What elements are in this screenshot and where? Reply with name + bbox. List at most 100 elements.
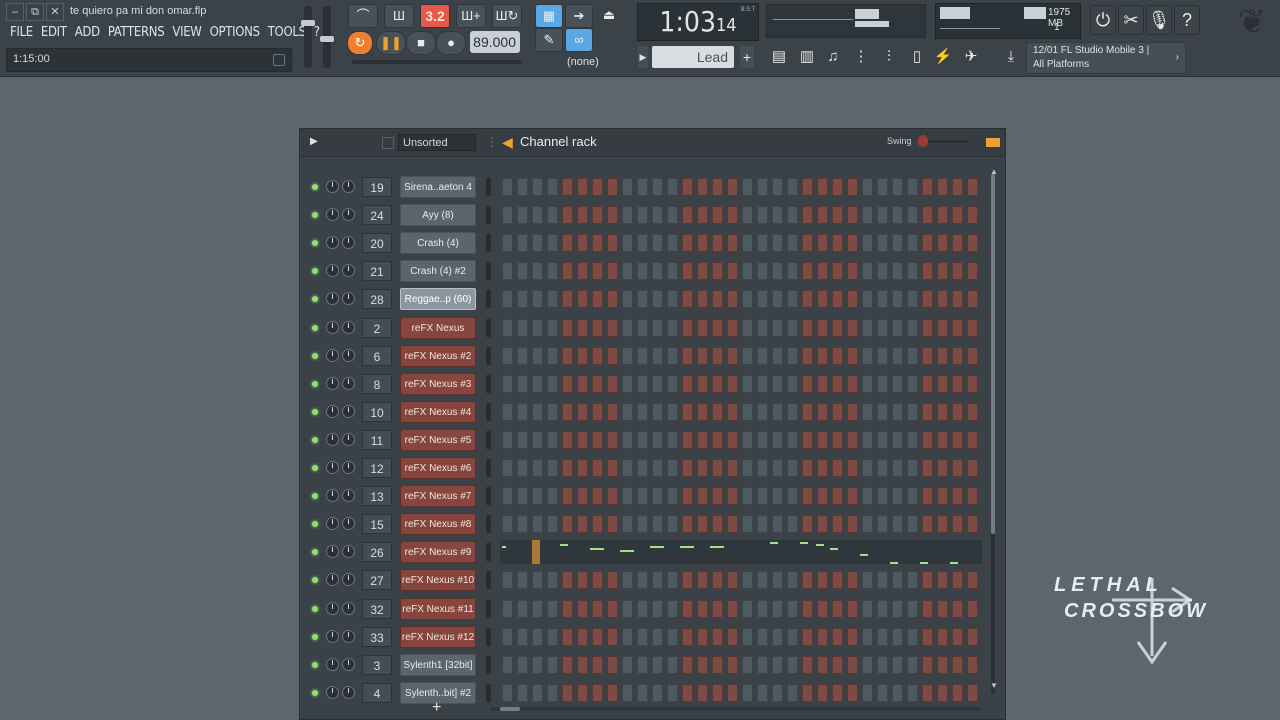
graph-editor-icon[interactable] [986,138,1000,147]
step-button[interactable] [802,627,813,646]
step-button[interactable] [862,318,873,337]
step-button[interactable] [682,374,693,393]
mute-led[interactable] [312,352,318,359]
step-button[interactable] [532,487,543,506]
step-button[interactable] [967,234,978,253]
pan-knob[interactable] [326,545,339,559]
channel-filter[interactable]: Unsorted [398,134,476,151]
step-button[interactable] [592,206,603,225]
step-button[interactable] [787,206,798,225]
step-button[interactable] [727,346,738,365]
step-button[interactable] [622,178,633,196]
pan-knob[interactable] [326,629,339,643]
scroll-down-icon[interactable]: ▼ [990,681,998,690]
volume-knob[interactable] [342,489,355,503]
step-button[interactable] [607,487,618,506]
step-button[interactable] [862,206,873,225]
mixer-track-number[interactable]: 26 [362,542,392,563]
select-indicator[interactable] [486,234,491,253]
step-button[interactable] [832,234,843,253]
mute-led[interactable] [312,493,318,500]
step-button[interactable] [652,627,663,646]
pan-knob[interactable] [326,320,339,334]
step-button[interactable] [772,487,783,506]
step-button[interactable] [952,346,963,365]
channel-name-button[interactable]: reFX Nexus [400,316,476,339]
step-button[interactable] [547,599,558,618]
step-button[interactable] [607,627,618,646]
step-button[interactable] [832,318,843,337]
step-button[interactable] [877,459,888,477]
menu-options[interactable]: OPTIONS [210,25,260,43]
step-button[interactable] [877,599,888,618]
step-button[interactable] [682,402,693,421]
step-button[interactable] [877,206,888,225]
step-button[interactable] [682,627,693,646]
step-button[interactable] [757,178,768,196]
record-button[interactable]: ● [436,31,466,55]
step-button[interactable] [967,571,978,590]
step-button[interactable] [562,374,573,393]
step-button[interactable] [922,627,933,646]
channel-name-button[interactable]: Crash (4) [400,232,476,255]
step-button[interactable] [847,655,858,674]
select-indicator[interactable] [486,374,491,393]
step-button[interactable] [697,290,708,309]
step-button[interactable] [817,234,828,253]
step-button[interactable] [757,262,768,281]
step-button[interactable] [532,402,543,421]
step-button[interactable] [892,683,903,702]
step-button[interactable] [592,402,603,421]
step-button[interactable] [592,627,603,646]
step-button[interactable] [817,655,828,674]
step-button[interactable] [652,599,663,618]
step-button[interactable] [937,571,948,590]
step-button[interactable] [907,655,918,674]
step-button[interactable] [832,430,843,449]
step-button[interactable] [697,515,708,534]
step-button[interactable] [862,290,873,309]
volume-knob[interactable] [342,348,355,362]
step-button[interactable] [622,430,633,449]
menu-file[interactable]: FILE [10,25,33,43]
step-button[interactable] [727,627,738,646]
mixer-track-number[interactable]: 32 [362,598,392,619]
step-button[interactable] [727,683,738,702]
step-button[interactable] [712,599,723,618]
step-button[interactable] [952,627,963,646]
step-button[interactable] [697,234,708,253]
step-button[interactable] [772,459,783,477]
step-button[interactable] [607,178,618,196]
step-button[interactable] [832,571,843,590]
menu-add[interactable]: ADD [75,25,100,43]
step-button[interactable] [622,487,633,506]
mute-led[interactable] [312,324,318,331]
step-button[interactable] [712,234,723,253]
step-button[interactable] [592,655,603,674]
step-button[interactable] [937,234,948,253]
step-button[interactable] [847,683,858,702]
step-button[interactable] [727,206,738,225]
step-button[interactable] [577,262,588,281]
mute-led[interactable] [312,577,318,584]
step-button[interactable] [787,627,798,646]
step-button[interactable] [592,459,603,477]
select-indicator[interactable] [486,402,491,421]
step-button[interactable] [682,430,693,449]
step-button[interactable] [577,178,588,196]
step-button[interactable] [532,178,543,196]
step-button[interactable] [532,599,543,618]
step-button[interactable] [667,206,678,225]
pan-knob[interactable] [326,685,339,699]
step-button[interactable] [952,402,963,421]
mixer-track-number[interactable]: 4 [362,682,392,703]
mute-led[interactable] [312,408,318,415]
step-button[interactable] [952,655,963,674]
step-button[interactable] [967,290,978,309]
step-button[interactable] [577,318,588,337]
step-button[interactable] [502,346,513,365]
volume-knob[interactable] [342,601,355,615]
volume-knob[interactable] [342,208,355,222]
step-button[interactable] [922,515,933,534]
pan-knob[interactable] [326,573,339,587]
